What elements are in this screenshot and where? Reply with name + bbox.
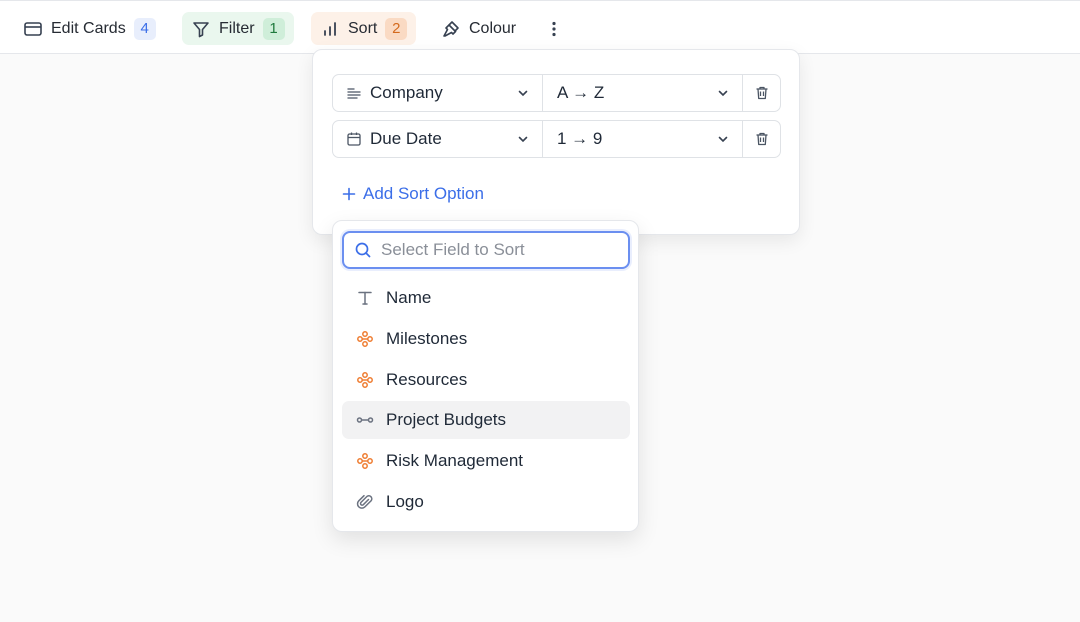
card-icon <box>24 21 42 36</box>
sort-field-value: Company <box>370 83 443 102</box>
trash-icon <box>756 86 767 100</box>
colour-label: Colour <box>469 19 517 37</box>
chevron-down-icon <box>518 136 528 143</box>
field-option-label: Name <box>386 288 432 307</box>
field-option-label: Milestones <box>386 329 468 348</box>
link-node-icon <box>357 331 373 347</box>
sort-direction-value: A → Z <box>557 83 605 102</box>
field-option-risk-management[interactable]: Risk Management <box>342 442 630 480</box>
text-type-icon <box>358 291 372 305</box>
field-option-label: Resources <box>386 370 468 389</box>
paperclip-icon <box>356 494 373 509</box>
paint-brush-icon <box>443 20 459 37</box>
add-sort-option-label: Add Sort Option <box>363 184 484 203</box>
delete-sort-button[interactable] <box>743 121 780 157</box>
more-options-button[interactable] <box>540 12 568 45</box>
sort-field-value: Due Date <box>370 129 442 148</box>
field-option-project-budgets[interactable]: Project Budgets <box>342 401 630 439</box>
filter-label: Filter <box>219 19 255 37</box>
link-node-icon <box>357 372 373 388</box>
field-option-resources[interactable]: Resources <box>342 361 630 399</box>
filter-count-badge: 1 <box>262 17 285 40</box>
trash-icon <box>756 132 767 146</box>
chevron-down-icon <box>718 136 728 143</box>
field-option-milestones[interactable]: Milestones <box>342 320 630 358</box>
plus-icon <box>342 187 356 201</box>
field-search-input[interactable] <box>381 240 618 260</box>
calendar-icon <box>347 132 361 146</box>
sort-field-select[interactable]: Company <box>333 75 543 111</box>
sort-row: Due Date 1 → 9 <box>332 120 781 158</box>
add-sort-option-button[interactable]: Add Sort Option <box>341 184 484 204</box>
field-option-label: Project Budgets <box>386 410 507 429</box>
field-option-label: Logo <box>386 492 424 511</box>
edit-cards-count-badge: 4 <box>133 17 156 40</box>
link-node-icon <box>357 453 373 469</box>
delete-sort-button[interactable] <box>743 75 780 111</box>
field-option-label: Risk Management <box>386 451 524 470</box>
field-search-box <box>342 231 630 269</box>
edit-cards-label: Edit Cards <box>51 19 126 37</box>
field-option-name[interactable]: Name <box>342 279 630 317</box>
sort-label: Sort <box>348 19 378 37</box>
field-option-logo[interactable]: Logo <box>342 483 630 521</box>
colour-button[interactable]: Colour <box>432 12 525 45</box>
sort-count-badge: 2 <box>385 17 408 40</box>
view-toolbar: Edit Cards 4 Filter 1 Sort 2 Colour <box>0 0 1080 54</box>
filter-button[interactable]: Filter 1 <box>182 12 294 45</box>
sort-panel: Company A → Z Due Date 1 → 9 Add Sort Op… <box>312 49 800 235</box>
sort-field-select[interactable]: Due Date <box>333 121 543 157</box>
sort-row: Company A → Z <box>332 74 781 112</box>
chevron-down-icon <box>518 90 528 97</box>
sort-bars-icon <box>324 21 336 36</box>
sort-direction-select[interactable]: 1 → 9 <box>543 121 743 157</box>
sort-direction-value: 1 → 9 <box>557 129 603 148</box>
chevron-down-icon <box>718 90 728 97</box>
lookup-icon <box>356 417 374 423</box>
sort-button[interactable]: Sort 2 <box>311 12 417 45</box>
search-icon <box>355 242 371 258</box>
sort-field-picker: Name Milestones Resources Project Budget… <box>332 220 639 532</box>
filter-icon <box>193 21 209 37</box>
more-vertical-icon <box>552 21 556 36</box>
edit-cards-button[interactable]: Edit Cards 4 <box>14 12 165 45</box>
sort-direction-select[interactable]: A → Z <box>543 75 743 111</box>
long-text-icon <box>347 88 361 99</box>
